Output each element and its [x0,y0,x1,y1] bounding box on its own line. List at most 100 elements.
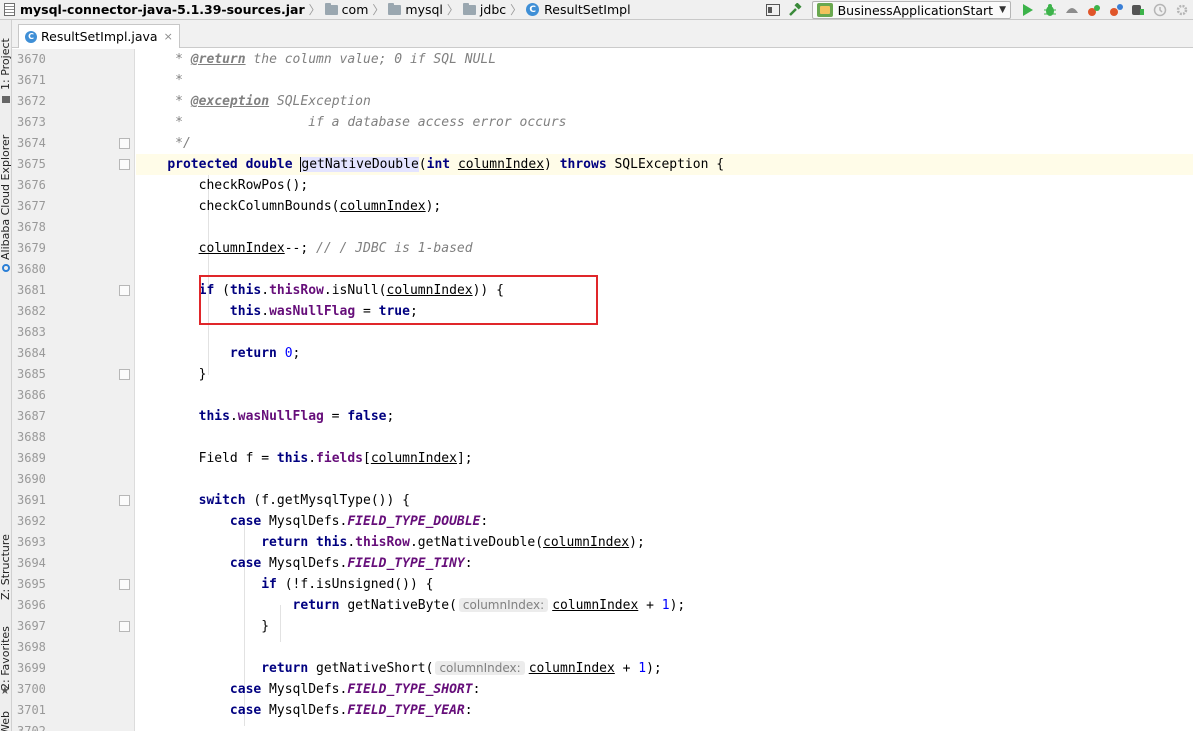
line-number: 3672 [17,94,46,108]
editor-tab-bar: C ResultSetImpl.java × [12,20,1193,48]
code-line: Field f = this.fields[columnIndex]; [198,451,473,466]
folder-icon [462,2,476,15]
line-number: 3700 [17,682,46,696]
fold-marker[interactable] [119,138,130,149]
update-icon[interactable] [1149,0,1171,20]
code-line: * [136,73,183,88]
line-number: 3693 [17,535,46,549]
chevron-down-icon: ▼ [999,5,1006,15]
code-line: */ [136,136,191,151]
debug-icon[interactable] [1039,0,1061,20]
run-configuration-label: BusinessApplicationStart [837,2,994,18]
close-icon[interactable]: × [164,30,173,43]
tool-window-alibaba-cloud[interactable]: Alibaba Cloud Explorer [0,120,12,260]
folder-icon [388,2,402,15]
project-icon [2,96,10,103]
line-number: 3691 [17,493,46,507]
line-number: 3694 [17,556,46,570]
code-line: return 0; [229,346,301,361]
layout-icon[interactable] [762,0,784,20]
breadcrumb-separator: 〉 [372,3,385,17]
line-number: 3681 [17,283,46,297]
line-number: 3701 [17,703,46,717]
line-number: 3678 [17,220,46,234]
line-number: 3673 [17,115,46,129]
code-line-current: protected double getNativeDouble(int col… [136,154,1193,175]
tool-window-structure[interactable]: Z: Structure [0,520,12,600]
breadcrumb-class-label: ResultSetImpl [544,2,631,17]
code-editor[interactable]: * @return the column value; 0 if SQL NUL… [136,49,1193,731]
editor-tab-resultsetimpl[interactable]: C ResultSetImpl.java × [18,24,180,48]
code-line: checkRowPos(); [198,178,309,193]
line-number: 3698 [17,640,46,654]
line-number: 3674 [17,136,46,150]
build-hammer-icon[interactable] [784,0,806,20]
code-line: case MysqlDefs.FIELD_TYPE_TINY: [229,556,473,571]
run-configuration-select[interactable]: BusinessApplicationStart ▼ [811,1,1011,19]
line-number: 3697 [17,619,46,633]
code-line: this.wasNullFlag = false; [198,409,395,424]
parameter-hint: columnIndex: [435,661,525,675]
code-line: case MysqlDefs.FIELD_TYPE_DOUBLE: [229,514,489,529]
fold-marker[interactable] [119,579,130,590]
tool-window-project[interactable]: 1: Project [0,30,12,90]
breadcrumb-folder-jdbc[interactable]: jdbc [462,0,507,20]
breadcrumb-folder-com[interactable]: com [324,0,369,20]
cloud-icon [2,264,10,272]
code-line: } [198,367,207,382]
spring-boot-icon [816,3,833,17]
tool-window-web[interactable]: Web [0,710,12,731]
fold-marker[interactable] [119,495,130,506]
breadcrumb-folder-label: com [341,2,369,17]
code-line: case MysqlDefs.FIELD_TYPE_SHORT: [229,682,481,697]
class-icon: C [526,3,540,16]
breadcrumb-folder-mysql[interactable]: mysql [388,0,443,20]
line-number: 3689 [17,451,46,465]
run-toolbar: BusinessApplicationStart ▼ [762,0,1193,20]
line-number: 3677 [17,199,46,213]
fold-marker[interactable] [119,621,130,632]
fold-marker[interactable] [119,369,130,380]
code-line: * @exception SQLException [136,94,371,109]
breadcrumb-separator: 〉 [446,3,459,17]
line-number: 3675 [17,157,46,171]
fold-marker[interactable] [119,159,130,170]
stop-icon[interactable] [1127,0,1149,20]
code-line: } [261,619,270,634]
line-number: 3687 [17,409,46,423]
run-icon[interactable] [1017,0,1039,20]
code-line: switch (f.getMysqlType()) { [198,493,410,508]
breadcrumb-jar-label: mysql-connector-java-5.1.39-sources.jar [20,2,305,17]
code-line: * @return the column value; 0 if SQL NUL… [136,52,497,67]
code-line: columnIndex--; // / JDBC is 1-based [198,241,473,256]
line-number: 3671 [17,73,46,87]
profile-icon[interactable] [1083,0,1105,20]
method-name-highlight: getNativeDouble [301,157,419,172]
navigation-bar: mysql-connector-java-5.1.39-sources.jar … [0,0,1193,20]
line-number: 3690 [17,472,46,486]
folder-icon [324,2,338,15]
coverage-icon[interactable] [1061,0,1083,20]
breadcrumb-folder-label: jdbc [479,2,507,17]
attach-icon[interactable] [1105,0,1127,20]
parameter-hint: columnIndex: [458,598,549,612]
line-number: 3702 [17,724,46,731]
star-icon: ★ [0,684,10,697]
editor-gutter: 3670 3671 3672 3673 3674 3675 3676 3677 … [12,49,135,731]
breadcrumb-jar[interactable]: mysql-connector-java-5.1.39-sources.jar [0,0,305,20]
annotation-highlight-box [199,275,598,325]
line-number: 3692 [17,514,46,528]
breadcrumb-class[interactable]: C ResultSetImpl [526,0,631,20]
line-number: 3696 [17,598,46,612]
tool-window-favorites[interactable]: 2: Favorites [0,620,12,690]
fold-marker[interactable] [119,285,130,296]
breadcrumb-folder-label: mysql [405,2,443,17]
line-number: 3682 [17,304,46,318]
breadcrumb-separator: 〉 [308,3,321,17]
settings-icon[interactable] [1171,0,1193,20]
